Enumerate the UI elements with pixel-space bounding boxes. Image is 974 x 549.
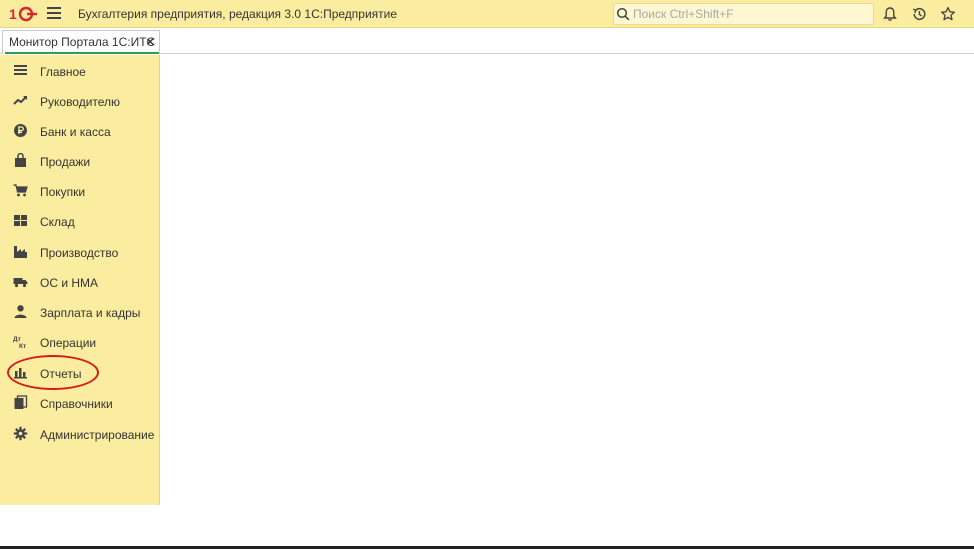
sidebar-item-label: Покупки [40,185,86,199]
sidebar-item-reports[interactable]: Отчеты [0,358,160,388]
bar-chart-icon [14,368,27,379]
factory-icon [14,246,27,258]
sidebar-item-warehouse[interactable]: Склад [0,206,160,236]
sidebar-item-label: Справочники [40,397,113,411]
sidebar-item-label: Производство [40,246,119,260]
bell-icon[interactable] [882,6,898,22]
sidebar: Главное Руководителю Банк и касса Продаж… [0,55,160,505]
sidebar-item-production[interactable]: Производство [0,237,160,267]
svg-text:Кт: Кт [19,343,26,349]
sidebar-item-bank[interactable]: Банк и касса [0,116,160,146]
sidebar-item-label: Главное [40,65,86,79]
sidebar-item-payroll[interactable]: Зарплата и кадры [0,297,160,327]
books-icon [14,395,28,409]
truck-icon [13,278,28,288]
ruble-icon [14,124,27,137]
dt-kt-icon: Дт Кт [13,336,26,349]
sidebar-item-label: ОС и НМА [40,276,99,290]
sidebar-item-label: Администрирование [40,428,155,442]
sidebar-item-label: Отчеты [40,367,82,381]
sidebar-item-label: Склад [40,215,75,229]
person-icon [14,305,27,318]
tab-bar: Монитор Портала 1С:ИТС × [0,28,974,54]
sidebar-item-label: Банк и касса [40,125,111,139]
sidebar-item-label: Руководителю [40,95,121,109]
svg-text:1: 1 [9,6,17,22]
warehouse-icon [14,215,27,226]
star-icon[interactable] [940,6,956,22]
trend-icon [13,96,27,105]
sidebar-item-fixed-assets[interactable]: ОС и НМА [0,267,160,297]
sidebar-item-label: Продажи [40,155,91,169]
history-icon[interactable] [911,6,927,22]
sidebar-item-directories[interactable]: Справочники [0,388,160,418]
hamburger-icon[interactable] [47,7,61,21]
gear-icon [13,426,28,441]
search-input[interactable] [633,5,869,23]
sidebar-item-purchases[interactable]: Покупки [0,176,160,206]
1c-logo-icon[interactable]: 1 [9,6,37,22]
title-bar: 1 Бухгалтерия предприятия, редакция 3.0 … [0,0,974,28]
sidebar-item-label: Зарплата и кадры [40,306,141,320]
search-box[interactable] [613,3,874,25]
svg-text:Дт: Дт [13,336,21,343]
close-icon[interactable]: × [146,34,154,49]
sidebar-item-operations[interactable]: Дт Кт Операции [0,327,160,357]
active-tab-indicator [5,52,159,54]
sidebar-item-administration[interactable]: Администрирование [0,419,160,449]
search-icon [616,7,630,21]
cart-icon [13,184,28,197]
sidebar-item-sales[interactable]: Продажи [0,146,160,176]
tab-monitor-its[interactable]: Монитор Портала 1С:ИТС × [2,30,160,54]
sidebar-item-label: Операции [40,336,97,350]
bag-icon [15,153,26,167]
sidebar-item-manager[interactable]: Руководителю [0,86,160,116]
app-title: Бухгалтерия предприятия, редакция 3.0 1С… [78,7,398,21]
list-icon [14,65,27,75]
sidebar-item-main[interactable]: Главное [0,56,160,86]
tab-label: Монитор Портала 1С:ИТС [9,35,156,49]
